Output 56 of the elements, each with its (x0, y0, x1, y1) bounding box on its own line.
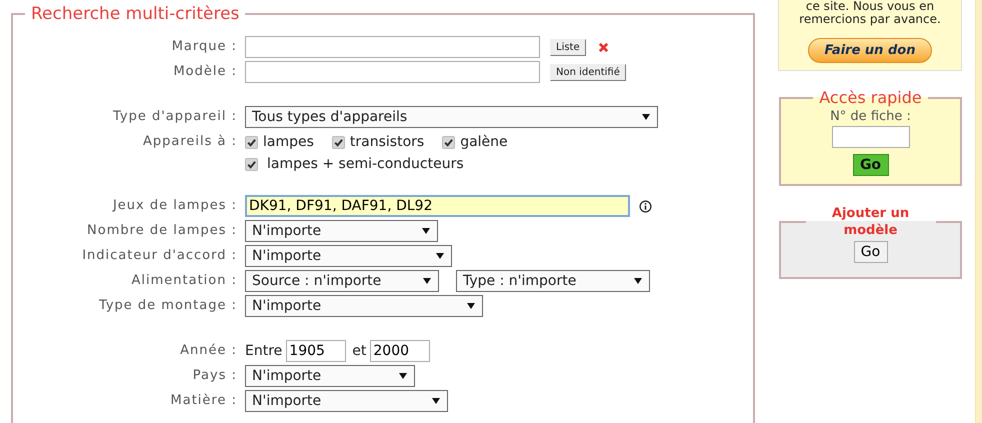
caret-icon (642, 114, 650, 120)
text-field[interactable] (245, 36, 540, 58)
dropdown[interactable]: N'importe (245, 220, 438, 242)
field-label: Nombre de lampes : (86, 222, 237, 240)
caret-icon (399, 373, 407, 379)
checkbox[interactable] (442, 136, 456, 148)
year-field[interactable]: 1905 (286, 340, 346, 362)
checkbox-label: lampes + semi-conducteurs (267, 156, 464, 172)
field-label: Jeux de lampes : (111, 197, 237, 215)
caret-icon (432, 398, 440, 404)
year-field[interactable]: 2000 (370, 340, 430, 362)
caret-icon (634, 278, 642, 284)
dropdown[interactable]: Tous types d'appareils (245, 106, 658, 128)
field-label: Pays : (192, 367, 237, 385)
field-label: N° de fiche : (830, 108, 911, 125)
small-button[interactable]: Non identifié (550, 64, 626, 80)
field-label: Type de montage : (98, 297, 237, 315)
caret-icon (423, 278, 431, 284)
field-label: Modèle : (172, 63, 237, 81)
checkbox[interactable] (245, 136, 258, 148)
range-text: Entre (245, 343, 282, 359)
dropdown[interactable]: Type : n'importe (456, 270, 650, 292)
donate-button[interactable]: Faire un don (808, 38, 932, 63)
field-label: Matière : (170, 392, 237, 410)
caret-icon (436, 253, 444, 259)
go-button[interactable]: Go (854, 241, 888, 263)
info-icon[interactable] (639, 200, 652, 212)
panel-title: Accès rapide (818, 88, 923, 108)
checkbox[interactable] (245, 158, 258, 170)
dropdown[interactable]: N'importe (245, 365, 415, 387)
text-field[interactable] (245, 61, 540, 83)
field-label: Type d'appareil : (112, 108, 237, 126)
field-label: Marque : (170, 38, 237, 56)
field-label: Indicateur d'accord : (81, 247, 237, 265)
dropdown[interactable]: N'importe (245, 390, 448, 412)
text-field[interactable] (832, 126, 910, 148)
field-label: Alimentation : (130, 272, 237, 290)
checkbox[interactable] (332, 136, 345, 148)
field-label: Année : (179, 342, 237, 360)
clear-icon[interactable] (598, 42, 609, 52)
panel-title: Ajouter un modèle (830, 205, 910, 239)
checkbox-label: transistors (350, 134, 424, 150)
range-text: et (352, 343, 366, 359)
go-button[interactable]: Go (852, 154, 888, 176)
caret-icon (467, 303, 475, 309)
dropdown[interactable]: N'importe (245, 245, 452, 267)
small-button[interactable]: Liste (550, 38, 586, 56)
dropdown[interactable]: N'importe (245, 295, 483, 317)
donation-text: ce site. Nous vous en remercions par avance. (798, 0, 942, 26)
text-field[interactable]: DK91, DF91, DAF91, DL92 (245, 195, 630, 217)
dropdown[interactable]: Source : n'importe (245, 270, 439, 292)
checkbox-label: galène (460, 134, 508, 150)
caret-icon (422, 228, 430, 234)
checkbox-label: lampes (263, 134, 314, 150)
field-label: Appareils à : (142, 133, 237, 151)
panel-title: Recherche multi-critères (30, 3, 240, 26)
